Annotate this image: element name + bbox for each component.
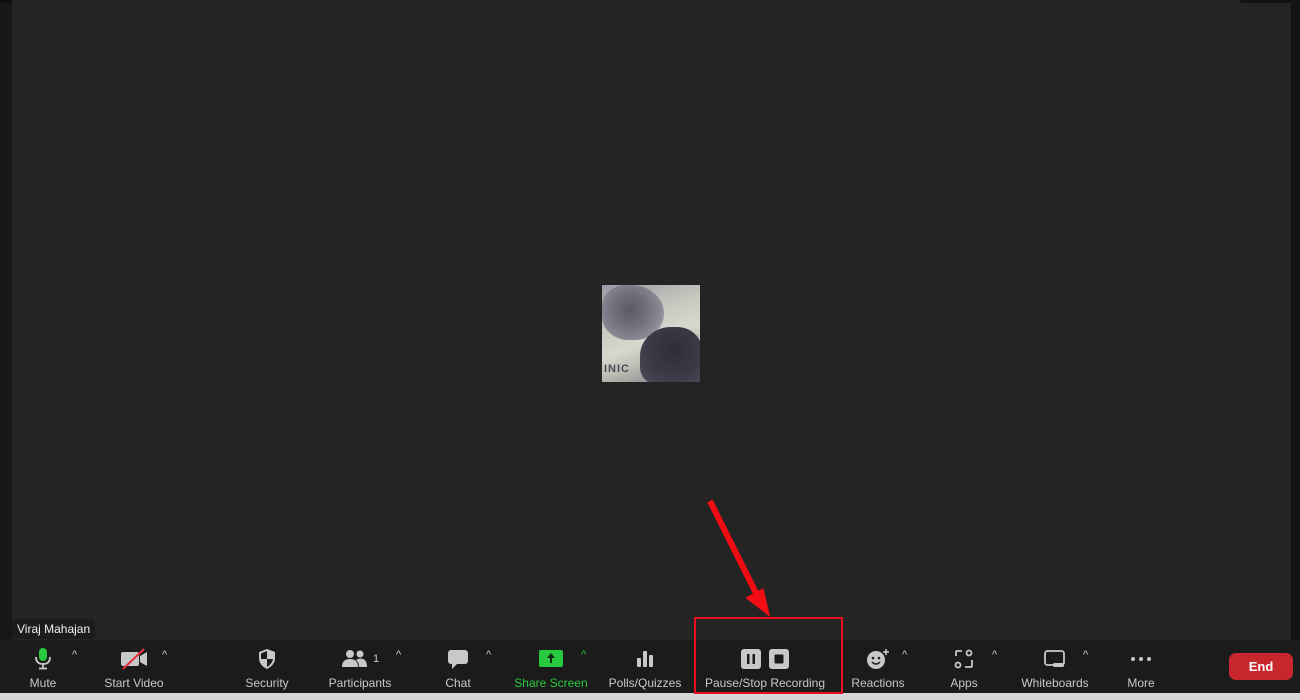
more-button[interactable]: More xyxy=(1122,640,1160,693)
end-meeting-button[interactable]: End xyxy=(1229,653,1293,680)
share-screen-button[interactable]: Share Screen xyxy=(510,640,592,693)
start-video-button[interactable]: Start Video xyxy=(98,640,170,693)
window-left-edge xyxy=(0,0,12,640)
audio-options-caret[interactable]: ^ xyxy=(72,649,77,661)
whiteboard-icon xyxy=(1044,650,1065,667)
video-options-caret[interactable]: ^ xyxy=(162,649,167,661)
apps-options-caret[interactable]: ^ xyxy=(992,649,997,661)
emoji-add-icon xyxy=(867,649,889,669)
apps-icon xyxy=(954,649,973,669)
security-button[interactable]: Security xyxy=(238,640,296,693)
microphone-icon xyxy=(35,648,51,670)
video-off-icon xyxy=(121,648,147,670)
shield-icon xyxy=(259,649,275,669)
share-screen-icon xyxy=(539,650,563,667)
more-dots-icon xyxy=(1131,657,1151,661)
reactions-button[interactable]: Reactions xyxy=(848,640,908,693)
chat-label: Chat xyxy=(445,676,471,690)
avatar-photo-text: INIC xyxy=(604,363,630,375)
apps-button[interactable]: Apps xyxy=(944,640,984,693)
security-label: Security xyxy=(245,676,289,690)
mute-button[interactable]: Mute xyxy=(22,640,64,693)
start-video-label: Start Video xyxy=(104,676,164,690)
apps-label: Apps xyxy=(950,676,978,690)
polls-quizzes-button[interactable]: Polls/Quizzes xyxy=(604,640,686,693)
window-bottom-edge xyxy=(0,693,1300,700)
whiteboards-options-caret[interactable]: ^ xyxy=(1083,649,1088,661)
chat-options-caret[interactable]: ^ xyxy=(486,649,491,661)
chat-button[interactable]: Chat xyxy=(440,640,476,693)
zoom-meeting-window: INIC Viraj Mahajan Mute ^ Start Video ^ … xyxy=(0,0,1300,700)
share-screen-options-caret[interactable]: ^ xyxy=(581,649,586,661)
stop-recording-icon[interactable] xyxy=(768,648,790,670)
window-right-edge xyxy=(1291,0,1300,640)
pause-stop-recording-button[interactable]: Pause/Stop Recording xyxy=(698,640,832,693)
participants-count: 1 xyxy=(372,653,380,665)
reactions-options-caret[interactable]: ^ xyxy=(902,649,907,661)
chat-bubble-icon xyxy=(448,650,468,669)
whiteboards-button[interactable]: Whiteboards xyxy=(1016,640,1094,693)
participants-icon xyxy=(341,650,367,667)
reactions-label: Reactions xyxy=(851,676,905,690)
more-label: More xyxy=(1127,676,1155,690)
whiteboards-label: Whiteboards xyxy=(1021,676,1089,690)
polls-quizzes-label: Polls/Quizzes xyxy=(608,676,682,690)
participant-avatar[interactable]: INIC xyxy=(602,285,700,382)
participants-options-caret[interactable]: ^ xyxy=(396,649,401,661)
mute-label: Mute xyxy=(29,676,57,690)
avatar-photo-detail xyxy=(640,327,700,382)
top-edge-segment xyxy=(1240,0,1292,3)
participant-name-tag: Viraj Mahajan xyxy=(12,619,96,639)
pause-stop-recording-label: Pause/Stop Recording xyxy=(704,676,826,690)
share-screen-label: Share Screen xyxy=(514,676,588,690)
meeting-toolbar: Mute ^ Start Video ^ Security 1 Particip… xyxy=(0,640,1300,693)
participants-label: Participants xyxy=(328,676,392,690)
participants-button[interactable]: 1 Participants xyxy=(324,640,396,693)
pause-recording-icon[interactable] xyxy=(740,648,762,670)
bar-chart-icon xyxy=(637,651,653,667)
